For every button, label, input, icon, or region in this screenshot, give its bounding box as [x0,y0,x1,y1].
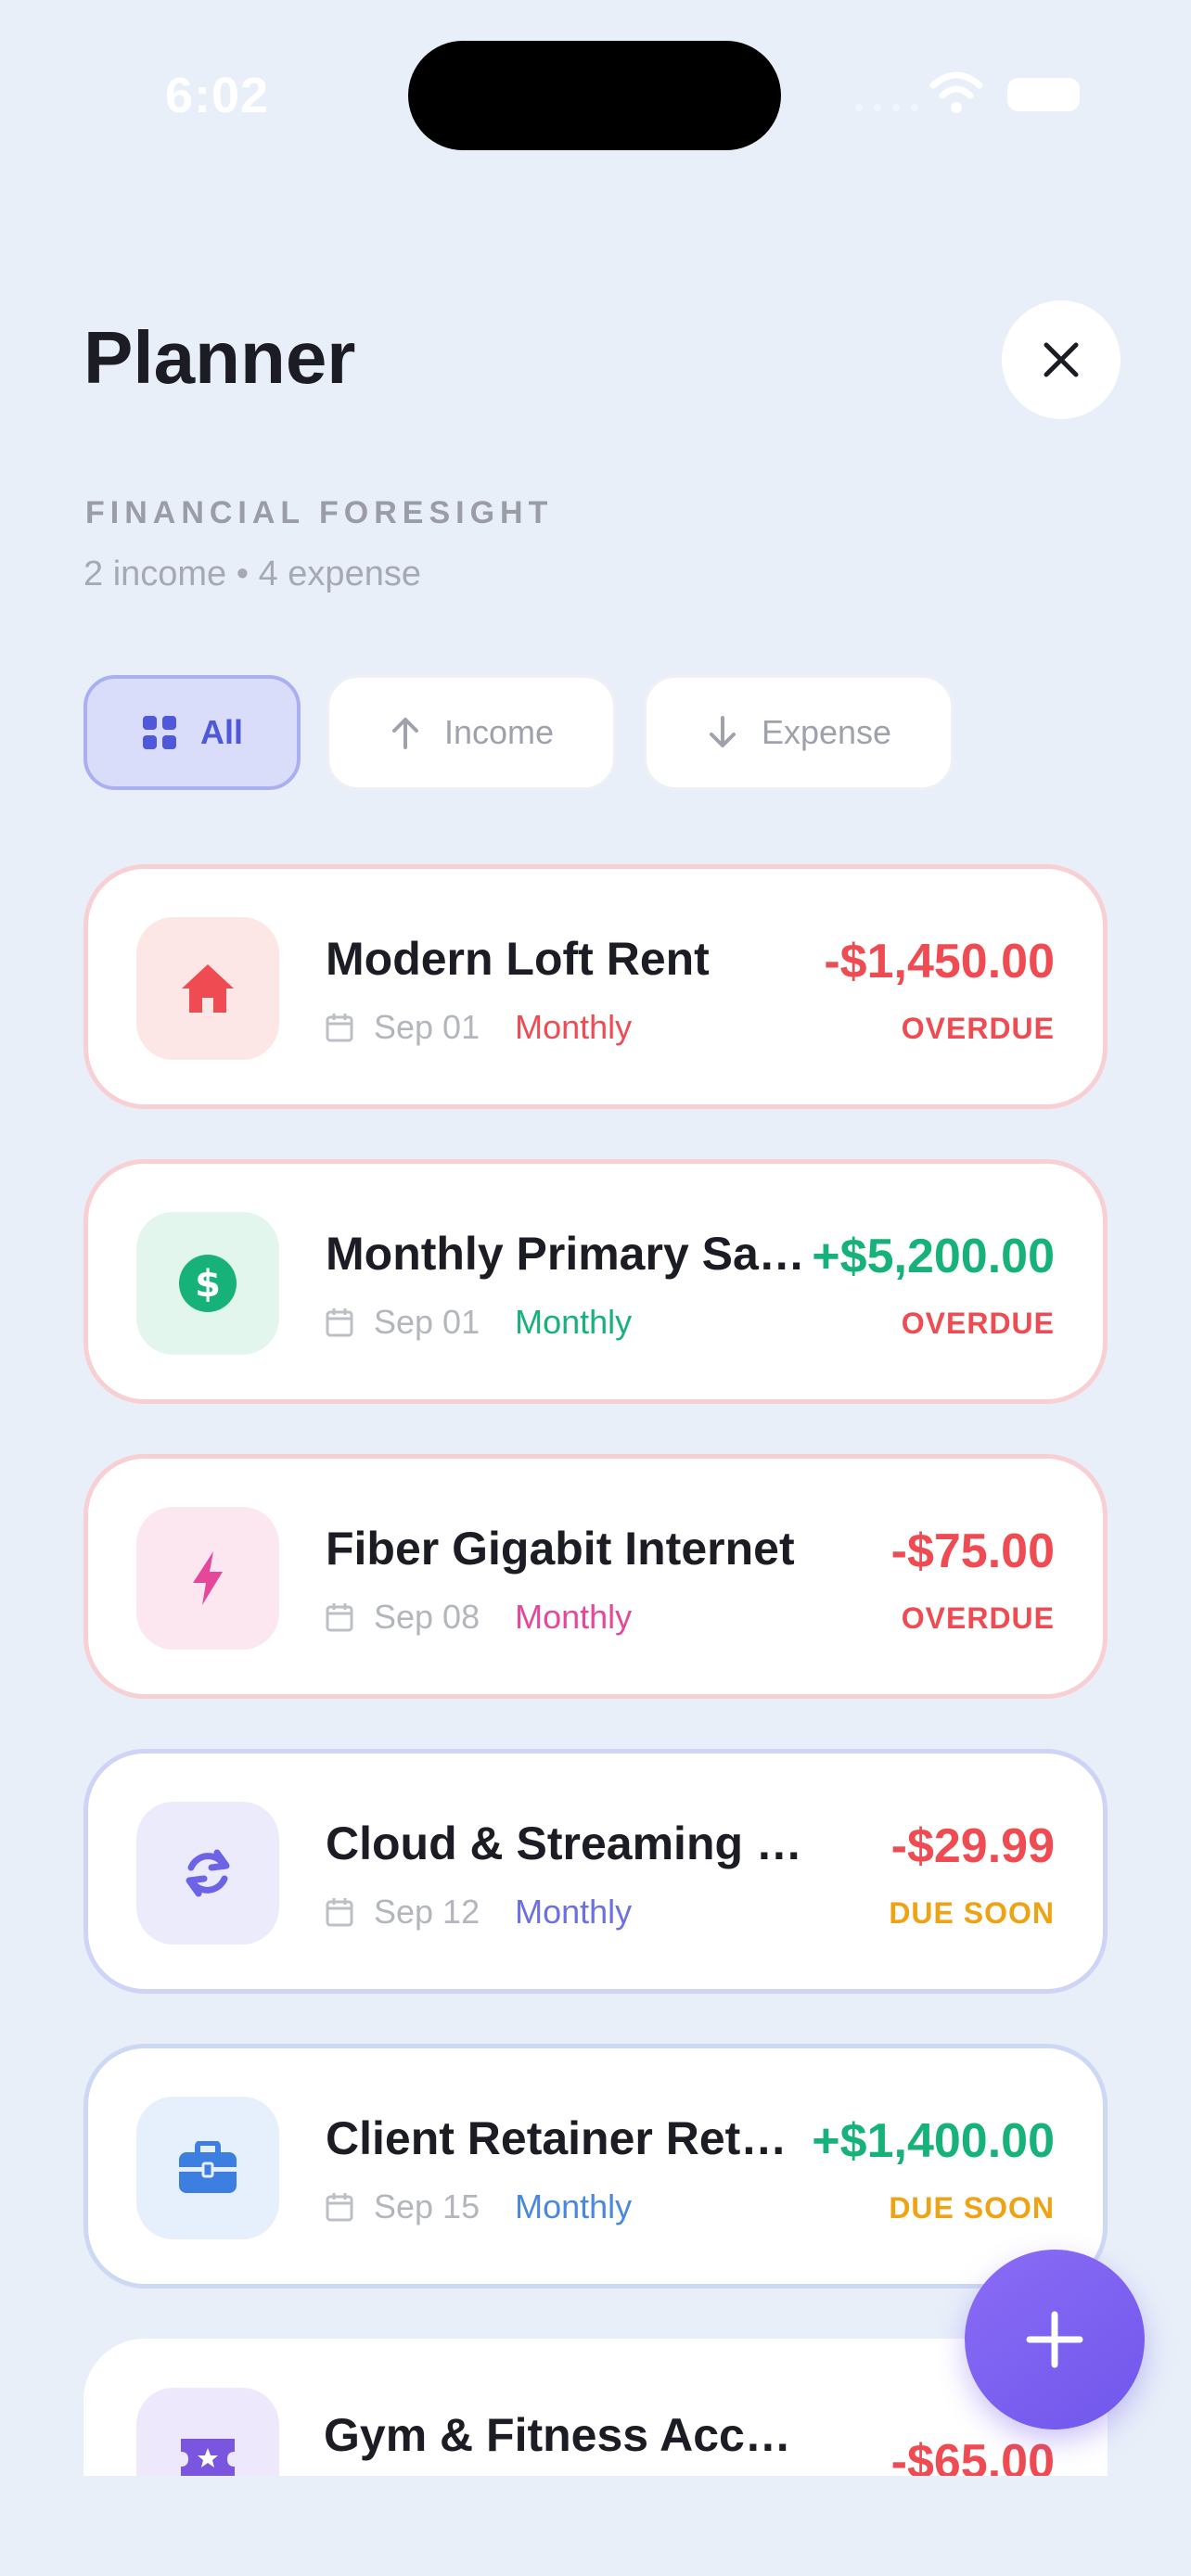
status-badge: OVERDUE [901,1307,1055,1340]
item-date: Sep 08 [374,1598,480,1636]
item-amount: -$1,450.00 [824,935,1055,988]
svg-text:$: $ [195,1263,221,1306]
item-icon-box [136,2097,279,2239]
item-date: Sep 12 [374,1893,480,1931]
summary-counts: 2 income • 4 expense [83,555,421,593]
battery-icon [1007,78,1080,111]
home-icon [182,964,234,1013]
list-item[interactable]: Cloud & Streaming Bundle Sep 12 Monthly … [83,1749,1108,1994]
item-title: Monthly Primary Salary [326,1228,808,1280]
list-item[interactable]: Client Retainer Retainer Sep 15 Monthly … [83,2044,1108,2289]
filter-expense-label: Expense [761,713,892,751]
status-badge: DUE SOON [889,1896,1055,1930]
item-frequency: Monthly [515,2187,633,2225]
status-time: 6:02 [165,68,270,123]
item-frequency: Monthly [515,1598,633,1636]
item-icon-box [136,1507,279,1650]
filter-income-label: Income [443,713,555,751]
item-title: Cloud & Streaming Bundle [326,1817,808,1869]
filter-expense[interactable]: Expense [644,675,954,790]
calendar-icon [326,1603,353,1632]
refresh-icon [186,1849,230,1897]
wifi-icon [929,71,983,113]
calendar-icon [326,1308,353,1337]
close-button[interactable] [1002,300,1121,419]
item-frequency: Monthly [515,1893,633,1931]
item-icon-box [136,917,279,1060]
item-amount: -$75.00 [890,1524,1055,1578]
calendar-icon [326,2193,353,2222]
item-title: Fiber Gigabit Internet [326,1523,795,1575]
item-title: Modern Loft Rent [326,933,710,985]
dynamic-island [408,41,781,150]
grid-icon [142,716,176,749]
calendar-icon [326,1898,353,1927]
status-badge: DUE SOON [889,2191,1055,2225]
add-button[interactable] [965,2250,1145,2429]
item-amount: -$65.00 [890,2435,1055,2476]
bolt-icon [193,1551,223,1605]
plus-icon [1026,2311,1083,2368]
page-title: Planner [83,316,356,399]
item-amount: -$29.99 [890,1819,1055,1873]
item-frequency: Monthly [515,1008,633,1046]
signal-icon [855,104,918,111]
arrow-up-icon [391,718,418,749]
list-item[interactable]: $ Monthly Primary Salary Sep 01 Monthly … [83,1159,1108,1404]
item-date: Sep 01 [374,1008,480,1046]
briefcase-icon [179,2141,237,2193]
list-item[interactable]: Fiber Gigabit Internet Sep 08 Monthly -$… [83,1454,1108,1699]
list-item[interactable]: Modern Loft Rent Sep 01 Monthly -$1,450.… [83,864,1108,1109]
close-icon [1044,342,1079,377]
filter-all[interactable]: All [83,675,301,790]
item-date: Sep 15 [374,2187,480,2225]
list-item[interactable]: Gym & Fitness Access -$65.00 [83,2339,1108,2476]
item-icon-box [136,1802,279,1945]
dollar-icon: $ [179,1255,237,1312]
item-icon-box: $ [136,1212,279,1355]
section-eyebrow: FINANCIAL FORESIGHT [85,495,554,530]
arrow-down-icon [709,716,736,747]
status-badge: OVERDUE [901,1012,1055,1045]
filter-all-label: All [199,713,243,751]
ticket-icon [181,2439,235,2476]
item-amount: +$1,400.00 [812,2114,1055,2168]
item-title: Gym & Fitness Access [324,2409,806,2461]
item-title: Client Retainer Retainer [326,2112,808,2164]
item-amount: +$5,200.00 [812,1230,1055,1283]
status-badge: OVERDUE [901,1601,1055,1635]
calendar-icon [326,1014,353,1042]
item-frequency: Monthly [515,1303,633,1341]
item-icon-box [136,2388,279,2476]
item-date: Sep 01 [374,1303,480,1341]
filter-income[interactable]: Income [327,675,616,790]
